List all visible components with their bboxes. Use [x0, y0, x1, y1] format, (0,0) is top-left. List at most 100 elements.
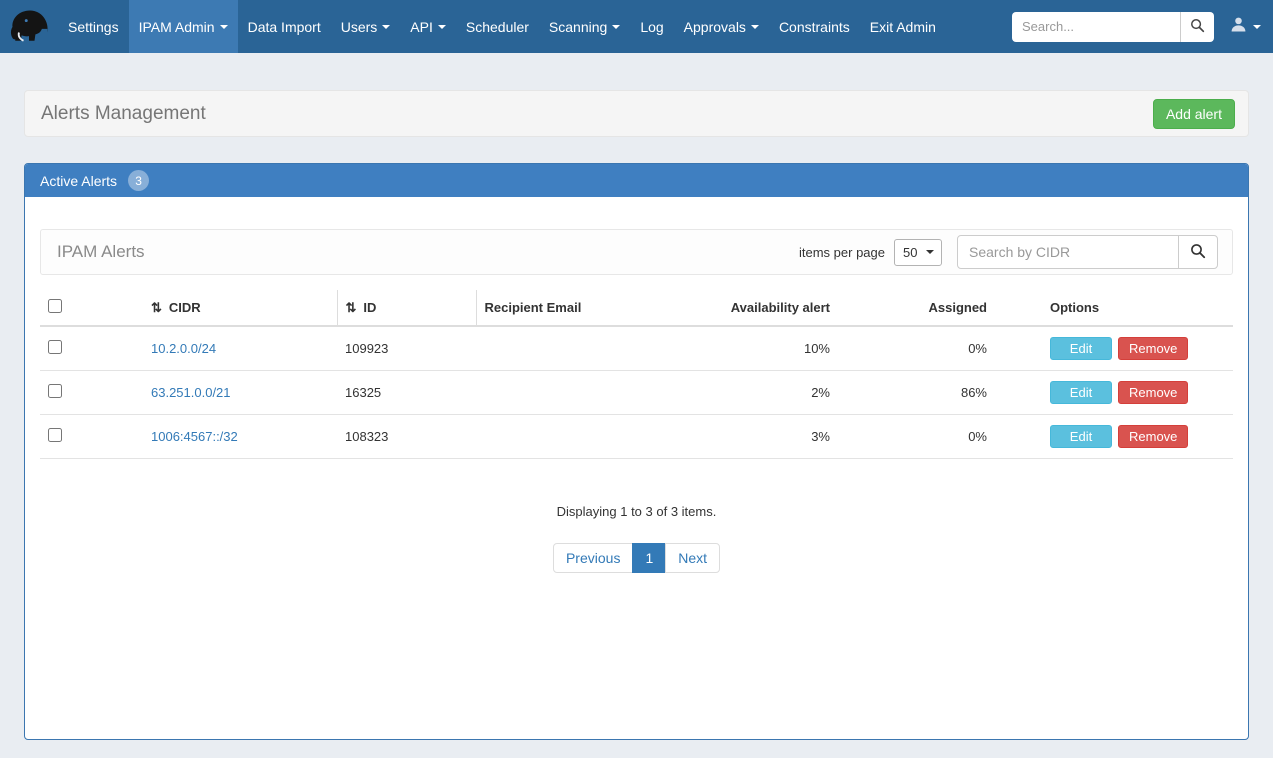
- page-header: Alerts Management Add alert: [24, 90, 1249, 137]
- user-menu-button[interactable]: [1230, 16, 1261, 38]
- availability-alert-cell: 3%: [720, 415, 838, 459]
- recipient-email-cell: [476, 371, 720, 415]
- table-row: 10.2.0.0/2410992310%0%EditRemove: [40, 326, 1233, 371]
- nav-item-data-import[interactable]: Data Import: [238, 0, 331, 53]
- table-toolbar: IPAM Alerts items per page 50: [40, 229, 1233, 275]
- edit-button[interactable]: Edit: [1050, 337, 1112, 360]
- items-per-page-label: items per page: [799, 245, 885, 260]
- navbar-right: [1012, 0, 1273, 53]
- id-cell: 108323: [337, 415, 476, 459]
- assigned-cell: 0%: [838, 326, 1035, 371]
- items-per-page-value: 50: [903, 245, 917, 260]
- cidr-search-button[interactable]: [1178, 235, 1218, 269]
- navbar-search-button[interactable]: [1180, 12, 1214, 42]
- availability-alert-cell: 2%: [720, 371, 838, 415]
- caret-down-icon: [438, 25, 446, 29]
- nav-item-scanning[interactable]: Scanning: [539, 0, 630, 53]
- pagination-page-1[interactable]: 1: [632, 543, 666, 573]
- nav-item-label: IPAM Admin: [139, 19, 215, 35]
- nav-item-users[interactable]: Users: [331, 0, 401, 53]
- toolbar-controls: items per page 50: [799, 235, 1218, 269]
- nav-item-approvals[interactable]: Approvals: [674, 0, 769, 53]
- page-root: Settings IPAM Admin Data Import Users API Sch…: [0, 0, 1273, 758]
- column-header-assigned: Assigned: [838, 290, 1035, 326]
- options-cell: Edit Remove: [1035, 371, 1233, 415]
- caret-down-icon: [1253, 25, 1261, 29]
- displaying-text: Displaying 1 to 3 of 3 items.: [40, 504, 1233, 519]
- panel-title: Active Alerts: [40, 173, 117, 189]
- nav-item-exit-admin[interactable]: Exit Admin: [860, 0, 946, 53]
- column-header-options: Options: [1035, 290, 1233, 326]
- cidr-link[interactable]: 63.251.0.0/21: [151, 385, 231, 400]
- nav-item-label: Settings: [68, 19, 119, 35]
- column-header-recipient-email: Recipient Email: [476, 290, 720, 326]
- cidr-cell: 10.2.0.0/24: [143, 326, 337, 371]
- pagination-previous[interactable]: Previous: [553, 543, 633, 573]
- nav-item-label: Log: [640, 19, 663, 35]
- user-icon: [1230, 16, 1247, 38]
- select-all-checkbox[interactable]: [48, 299, 62, 313]
- options-cell: Edit Remove: [1035, 326, 1233, 371]
- edit-button[interactable]: Edit: [1050, 425, 1112, 448]
- panel-heading: Active Alerts 3: [25, 164, 1248, 197]
- column-header-availability-alert: Availability alert: [720, 290, 838, 326]
- caret-down-icon: [612, 25, 620, 29]
- nav-item-scheduler[interactable]: Scheduler: [456, 0, 539, 53]
- alert-count-badge: 3: [128, 170, 149, 191]
- nav-item-api[interactable]: API: [400, 0, 456, 53]
- navbar: Settings IPAM Admin Data Import Users API Sch…: [0, 0, 1273, 53]
- table-header-row: ⇅CIDR ⇅ ID Recipient Email Availability a…: [40, 290, 1233, 326]
- checkbox-cell: [40, 371, 143, 415]
- nav-item-label: Scheduler: [466, 19, 529, 35]
- column-header-id[interactable]: ⇅ ID: [337, 290, 476, 326]
- table-row: 63.251.0.0/21163252%86%EditRemove: [40, 371, 1233, 415]
- caret-down-icon: [382, 25, 390, 29]
- nav-item-label: Users: [341, 19, 378, 35]
- cidr-cell: 63.251.0.0/21: [143, 371, 337, 415]
- caret-down-icon: [751, 25, 759, 29]
- nav-item-constraints[interactable]: Constraints: [769, 0, 860, 53]
- checkbox-cell: [40, 326, 143, 371]
- nav-item-label: API: [410, 19, 433, 35]
- assigned-cell: 86%: [838, 371, 1035, 415]
- caret-down-icon: [220, 25, 228, 29]
- alerts-table: ⇅CIDR ⇅ ID Recipient Email Availability a…: [40, 290, 1233, 459]
- nav-item-label: Approvals: [684, 19, 746, 35]
- nav-item-label: Constraints: [779, 19, 850, 35]
- edit-button[interactable]: Edit: [1050, 381, 1112, 404]
- id-cell: 109923: [337, 326, 476, 371]
- options-cell: Edit Remove: [1035, 415, 1233, 459]
- items-per-page-select[interactable]: 50: [894, 239, 942, 266]
- active-alerts-panel: Active Alerts 3 IPAM Alerts items per pa…: [24, 163, 1249, 740]
- cidr-search-group: [957, 235, 1218, 269]
- select-all-cell: [40, 290, 143, 326]
- recipient-email-cell: [476, 326, 720, 371]
- remove-button[interactable]: Remove: [1118, 425, 1188, 448]
- column-label: ID: [363, 300, 376, 315]
- nav-item-log[interactable]: Log: [630, 0, 673, 53]
- navbar-menu: Settings IPAM Admin Data Import Users API Sch…: [58, 0, 946, 53]
- nav-item-settings[interactable]: Settings: [58, 0, 129, 53]
- cidr-link[interactable]: 10.2.0.0/24: [151, 341, 216, 356]
- pagination-next[interactable]: Next: [665, 543, 720, 573]
- row-checkbox[interactable]: [48, 384, 62, 398]
- cidr-cell: 1006:4567::/32: [143, 415, 337, 459]
- panel-body: IPAM Alerts items per page 50: [25, 197, 1248, 588]
- sort-icon: ⇅: [346, 300, 357, 315]
- remove-button[interactable]: Remove: [1118, 337, 1188, 360]
- navbar-search-group: [1012, 12, 1214, 42]
- navbar-search-input[interactable]: [1012, 12, 1180, 42]
- row-checkbox[interactable]: [48, 428, 62, 442]
- add-alert-button[interactable]: Add alert: [1153, 99, 1235, 129]
- cidr-search-input[interactable]: [957, 235, 1179, 269]
- search-icon: [1190, 243, 1206, 262]
- remove-button[interactable]: Remove: [1118, 381, 1188, 404]
- assigned-cell: 0%: [838, 415, 1035, 459]
- cidr-link[interactable]: 1006:4567::/32: [151, 429, 238, 444]
- column-header-cidr[interactable]: ⇅CIDR: [143, 290, 337, 326]
- row-checkbox[interactable]: [48, 340, 62, 354]
- mammoth-logo-icon[interactable]: [6, 0, 52, 53]
- nav-item-ipam-admin[interactable]: IPAM Admin: [129, 0, 238, 53]
- page-title: Alerts Management: [41, 103, 206, 125]
- table-subtitle: IPAM Alerts: [57, 242, 145, 262]
